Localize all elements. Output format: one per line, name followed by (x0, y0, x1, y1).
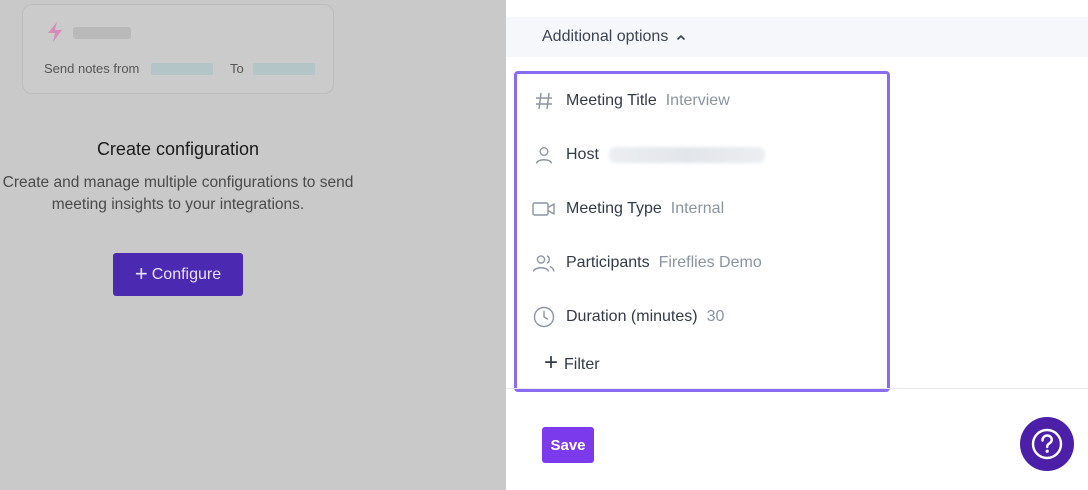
host-email-redacted (608, 147, 765, 163)
clock-icon (532, 305, 556, 329)
lightning-icon (48, 22, 62, 42)
to-label: To (230, 61, 244, 76)
create-configuration-title: Create configuration (96, 139, 260, 159)
filter-name: Meeting Type (566, 200, 662, 217)
additional-options-label: Additional options (542, 28, 669, 45)
filter-value: 30 (706, 308, 725, 325)
help-button[interactable] (1020, 417, 1074, 471)
configure-button[interactable]: + Configure (113, 253, 243, 296)
plus-icon: + (544, 349, 559, 376)
overlay-left-pane: Send notes from To Create configuration … (0, 0, 506, 490)
additional-options-toggle[interactable]: Additional options (506, 17, 1088, 57)
title-placeholder (73, 27, 131, 39)
save-button[interactable]: Save (542, 427, 594, 463)
filters-highlight-box (514, 71, 890, 392)
filter-value: Fireflies Demo (658, 254, 762, 271)
filter-meeting-type[interactable]: Meeting Type Internal (532, 197, 724, 221)
video-icon (532, 197, 556, 221)
add-filter-label: Filter (564, 355, 600, 373)
configuration-preview-card: Send notes from To (22, 4, 334, 94)
filter-name: Host (566, 146, 599, 163)
filter-name: Participants (566, 254, 650, 271)
send-notes-label: Send notes from (44, 61, 140, 76)
filter-host[interactable]: Host (532, 143, 765, 167)
plus-icon: + (134, 260, 148, 286)
footer-divider (506, 388, 1088, 389)
filter-participants[interactable]: Participants Fireflies Demo (532, 251, 762, 275)
filter-panel: Additional options Meeting Title Intervi… (506, 0, 1088, 490)
filter-value: Internal (670, 200, 725, 217)
chevron-up-icon (677, 35, 686, 40)
source-placeholder (151, 63, 213, 75)
filter-name: Duration (minutes) (566, 308, 698, 325)
person-icon (532, 143, 556, 167)
users-icon (532, 251, 556, 275)
hash-icon (532, 89, 556, 113)
filter-value: Interview (665, 92, 730, 109)
filter-name: Meeting Title (566, 92, 657, 109)
create-configuration-description: Create and manage multiple configuration… (2, 174, 354, 213)
add-filter-button[interactable]: + Filter (544, 349, 600, 376)
filter-meeting-title[interactable]: Meeting Title Interview (532, 89, 730, 113)
configure-button-label: Configure (151, 265, 222, 283)
filter-duration[interactable]: Duration (minutes) 30 (532, 305, 724, 329)
question-icon (1031, 428, 1063, 460)
destination-placeholder (253, 63, 315, 75)
